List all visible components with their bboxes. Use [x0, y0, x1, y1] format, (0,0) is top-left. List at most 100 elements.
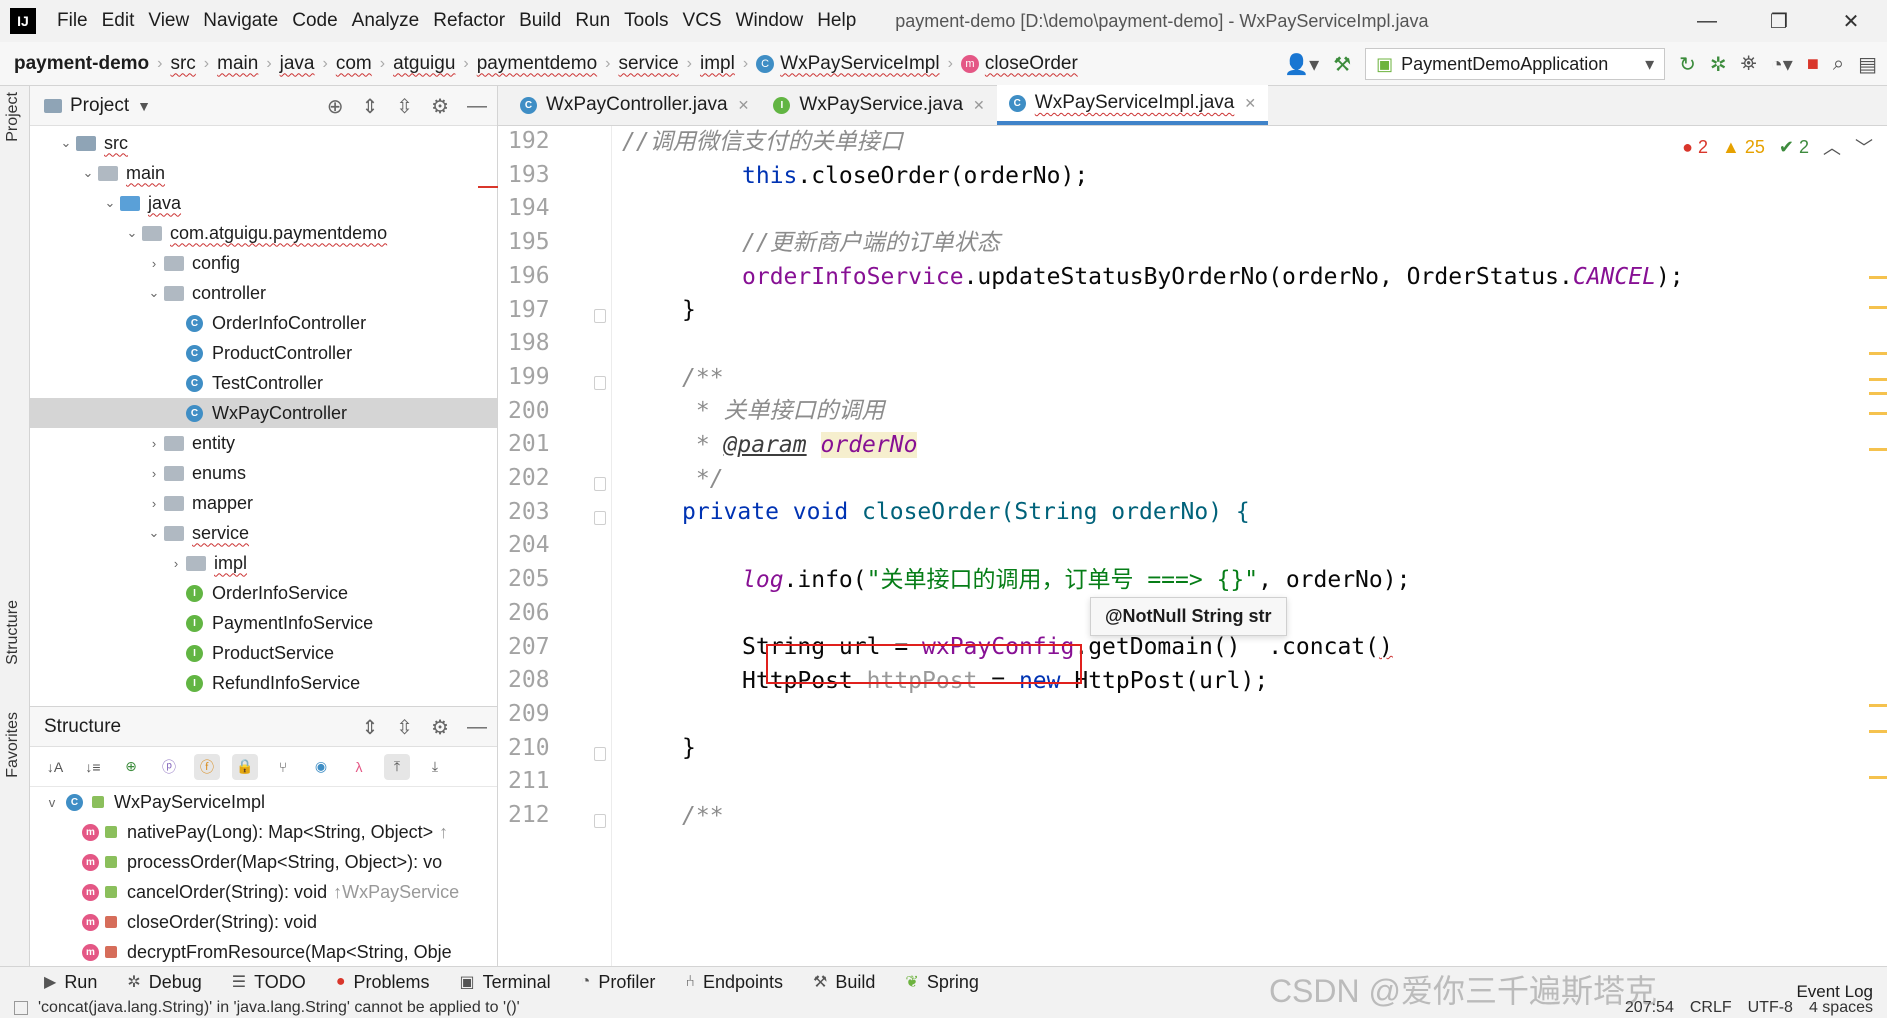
- menu-analyze[interactable]: Analyze: [345, 10, 427, 32]
- menu-file[interactable]: File: [50, 10, 95, 32]
- line-number[interactable]: 206: [508, 600, 558, 626]
- line-number[interactable]: 209: [508, 701, 558, 727]
- chevron-down-icon[interactable]: ⌄: [144, 525, 164, 541]
- debug-icon[interactable]: ✲: [1710, 52, 1727, 77]
- sort-visibility-icon[interactable]: ↓≡: [80, 754, 106, 780]
- run-configuration-select[interactable]: ▣ PaymentDemoApplication ▾: [1365, 48, 1666, 80]
- menu-run[interactable]: Run: [568, 10, 617, 32]
- tab-wxpaycontroller[interactable]: C WxPayController.java ✕: [508, 85, 761, 125]
- chevron-down-icon[interactable]: ⌄: [100, 195, 120, 211]
- line-number[interactable]: 203: [508, 499, 558, 525]
- structure-member[interactable]: m nativePay(Long): Map<String, Object> ↑: [30, 817, 497, 847]
- tree-item[interactable]: C TestController: [30, 368, 497, 398]
- tree-item[interactable]: ⌄ controller: [30, 278, 497, 308]
- line-number[interactable]: 198: [508, 330, 558, 356]
- breadcrumb-src[interactable]: src: [170, 53, 195, 75]
- tree-item[interactable]: I PaymentInfoService: [30, 608, 497, 638]
- tree-item[interactable]: I RefundInfoService: [30, 668, 497, 698]
- show-lambdas-icon[interactable]: ⑂: [270, 754, 296, 780]
- line-number[interactable]: 210: [508, 735, 558, 761]
- tree-item[interactable]: ⌄ src: [30, 128, 497, 158]
- gear-icon[interactable]: ⚙: [431, 715, 449, 740]
- tree-item[interactable]: › impl: [30, 548, 497, 578]
- tree-item[interactable]: ⌄ com.atguigu.paymentdemo: [30, 218, 497, 248]
- error-stripe-mark[interactable]: [1869, 276, 1887, 279]
- line-number[interactable]: 196: [508, 263, 558, 289]
- show-fields-icon[interactable]: ⓕ: [194, 753, 220, 780]
- line-number[interactable]: 211: [508, 768, 558, 794]
- stop-icon[interactable]: ■: [1807, 53, 1819, 76]
- tool-tab-debug[interactable]: ✲ Debug: [127, 972, 201, 993]
- tree-item[interactable]: ⌄ java: [30, 188, 497, 218]
- structure-member[interactable]: m processOrder(Map<String, Object>): vo: [30, 847, 497, 877]
- status-checkbox-icon[interactable]: [14, 1001, 28, 1015]
- show-non-public-icon[interactable]: 🔒: [232, 753, 258, 780]
- tree-item[interactable]: C OrderInfoController: [30, 308, 497, 338]
- structure-member[interactable]: m closeOrder(String): void: [30, 907, 497, 937]
- fold-marker-icon[interactable]: [594, 477, 606, 491]
- menu-refactor[interactable]: Refactor: [426, 10, 512, 32]
- collapse-all-icon[interactable]: ⇳: [396, 715, 413, 740]
- structure-member[interactable]: m cancelOrder(String): void ↑WxPayService: [30, 877, 497, 907]
- menu-view[interactable]: View: [141, 10, 196, 32]
- tool-tab-problems[interactable]: ● Problems: [336, 972, 430, 993]
- line-number[interactable]: 200: [508, 398, 558, 424]
- tree-item[interactable]: I ProductService: [30, 638, 497, 668]
- error-stripe-mark[interactable]: [1869, 392, 1887, 395]
- breadcrumb-com[interactable]: com: [336, 53, 372, 75]
- gear-icon[interactable]: ⚙: [431, 94, 449, 119]
- sort-alpha-icon[interactable]: ↓A: [42, 754, 68, 780]
- profiler-icon[interactable]: ◔▾: [1771, 52, 1793, 77]
- menu-tools[interactable]: Tools: [617, 10, 675, 32]
- breadcrumb-java[interactable]: java: [280, 53, 315, 75]
- line-number[interactable]: 192: [508, 128, 558, 154]
- favorites-tool-tab[interactable]: Favorites: [4, 712, 22, 778]
- chevron-right-icon[interactable]: ›: [144, 436, 164, 451]
- error-stripe-mark[interactable]: [1869, 730, 1887, 733]
- chevron-right-icon[interactable]: ›: [144, 256, 164, 271]
- line-separator[interactable]: CRLF: [1690, 999, 1732, 1017]
- file-encoding[interactable]: UTF-8: [1748, 999, 1793, 1017]
- chevron-down-icon[interactable]: ▼: [137, 98, 151, 114]
- show-lambda-icon[interactable]: λ: [346, 754, 372, 780]
- inspection-widget[interactable]: ● 2 ▲ 25 ✔ 2 ︿ ﹀: [1682, 134, 1873, 160]
- event-log-tab[interactable]: Event Log: [1790, 982, 1873, 1002]
- menu-edit[interactable]: Edit: [95, 10, 142, 32]
- error-stripe-mark[interactable]: [1869, 352, 1887, 355]
- fold-marker-icon[interactable]: [594, 308, 606, 323]
- chevron-right-icon[interactable]: ›: [144, 466, 164, 481]
- tool-tab-terminal[interactable]: ▣ Terminal: [460, 972, 551, 993]
- tool-tab-endpoints[interactable]: ⑃ Endpoints: [685, 972, 783, 993]
- line-number[interactable]: 199: [508, 364, 558, 390]
- line-number[interactable]: 202: [508, 465, 558, 491]
- menu-window[interactable]: Window: [729, 10, 811, 32]
- error-stripe-mark[interactable]: [1869, 704, 1887, 707]
- line-number[interactable]: 212: [508, 802, 558, 828]
- menu-help[interactable]: Help: [810, 10, 863, 32]
- line-number[interactable]: 208: [508, 667, 558, 693]
- breadcrumb-impl[interactable]: impl: [700, 53, 735, 75]
- hide-icon[interactable]: —: [467, 95, 487, 118]
- show-inherited-icon[interactable]: ⊕: [118, 754, 144, 780]
- tree-item[interactable]: ⌄ main: [30, 158, 497, 188]
- fold-marker-icon[interactable]: [594, 375, 606, 390]
- tree-item[interactable]: C WxPayController: [30, 398, 497, 428]
- line-number[interactable]: 205: [508, 566, 558, 592]
- intellij-logo-icon[interactable]: IJ: [10, 8, 36, 34]
- line-number[interactable]: 197: [508, 297, 558, 323]
- hide-icon[interactable]: —: [467, 716, 487, 739]
- tree-item[interactable]: › enums: [30, 458, 497, 488]
- chevron-down-icon[interactable]: ⌄: [56, 135, 76, 151]
- autoscroll-to-source-icon[interactable]: ⤒: [384, 753, 410, 780]
- chevron-down-icon[interactable]: ﹀: [1855, 134, 1873, 160]
- tab-wxpayservice[interactable]: I WxPayService.java ✕: [761, 85, 996, 125]
- tool-tab-todo[interactable]: ☰ TODO: [232, 972, 306, 993]
- build-hammer-icon[interactable]: ⚒: [1333, 52, 1351, 77]
- line-number-gutter[interactable]: 192 193 194 195 196 197 198 199 200 201 202 203 204 2…: [498, 126, 612, 966]
- chevron-down-icon[interactable]: ⌄: [122, 225, 142, 241]
- show-anonymous-icon[interactable]: ◉: [308, 754, 334, 780]
- breadcrumb-service[interactable]: service: [618, 53, 678, 75]
- line-number[interactable]: 201: [508, 431, 558, 457]
- code-area[interactable]: 192 193 194 195 196 197 198 199 200 201 202 203 204 2…: [498, 126, 1887, 966]
- error-stripe-mark[interactable]: [1869, 412, 1887, 415]
